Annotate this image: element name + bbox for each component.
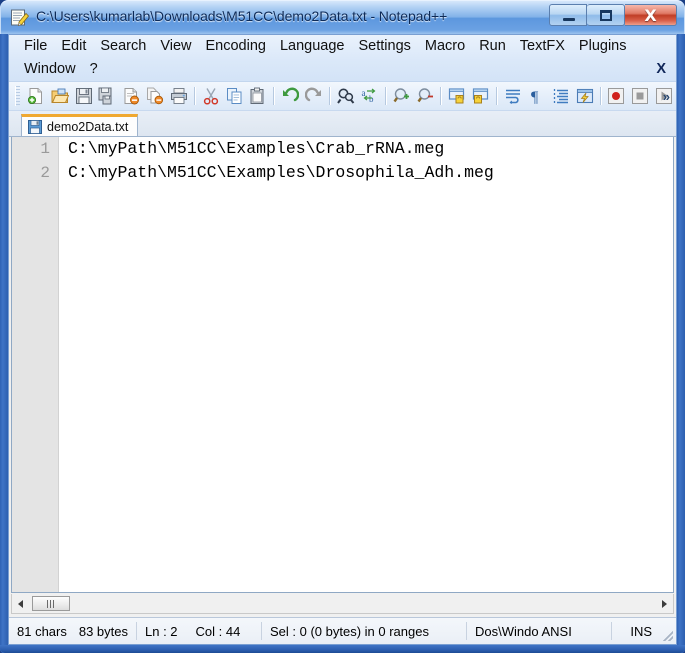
undo-icon[interactable]	[278, 84, 302, 108]
paste-icon[interactable]	[247, 84, 271, 108]
print-icon[interactable]	[167, 84, 191, 108]
title-bar[interactable]: C:\Users\kumarlab\Downloads\M51CC\demo2D…	[0, 0, 685, 34]
menu-settings[interactable]: Settings	[351, 35, 417, 58]
status-line: Ln : 2	[145, 623, 178, 639]
status-bar: 81 chars 83 bytes Ln : 2 Col : 44 Sel : …	[9, 617, 676, 644]
status-bytes: 83 bytes	[78, 623, 128, 639]
menu-bar: File Edit Search View Encoding Language …	[9, 35, 676, 82]
toolbar: a b ¶ »	[9, 82, 676, 111]
show-all-chars-icon[interactable]: ¶	[525, 84, 549, 108]
word-wrap-icon[interactable]	[501, 84, 525, 108]
menu-row-2: Window ?	[9, 58, 676, 81]
menu-language[interactable]: Language	[273, 35, 352, 58]
svg-text:b: b	[369, 94, 374, 104]
editor-line: C:\myPath\M51CC\Examples\Drosophila_Adh.…	[68, 163, 494, 182]
save-all-icon[interactable]	[96, 84, 120, 108]
window-title: C:\Users\kumarlab\Downloads\M51CC\demo2D…	[36, 8, 448, 24]
maximize-icon	[600, 10, 612, 21]
menu-plugins[interactable]: Plugins	[572, 35, 634, 58]
save-icon[interactable]	[72, 84, 96, 108]
menu-view[interactable]: View	[153, 35, 198, 58]
menu-search[interactable]: Search	[93, 35, 153, 58]
toolbar-overflow-button[interactable]: »	[663, 89, 670, 104]
scrollbar-track[interactable]	[70, 595, 656, 612]
line-number-gutter: 1 2	[12, 137, 59, 592]
text-editor[interactable]: 1 2 C:\myPath\M51CC\Examples\Crab_rRNA.m…	[11, 137, 674, 593]
toolbar-grip[interactable]	[15, 86, 20, 106]
zoom-in-icon[interactable]	[390, 84, 414, 108]
macro-record-icon[interactable]	[605, 84, 629, 108]
menu-macro[interactable]: Macro	[418, 35, 472, 58]
close-document-button[interactable]: X	[656, 61, 666, 77]
status-column: Col : 44	[195, 623, 241, 639]
scroll-right-icon[interactable]	[656, 595, 673, 612]
cut-icon[interactable]	[199, 84, 223, 108]
close-icon: X	[644, 5, 657, 25]
zoom-out-icon[interactable]	[414, 84, 438, 108]
copy-icon[interactable]	[223, 84, 247, 108]
scrollbar-thumb[interactable]	[32, 596, 70, 611]
menu-run[interactable]: Run	[472, 35, 513, 58]
notepadpp-window: C:\Users\kumarlab\Downloads\M51CC\demo2D…	[0, 0, 685, 653]
saved-file-icon	[28, 119, 42, 134]
status-encoding: Dos\Windo ANSI	[467, 622, 612, 640]
tab-bar: demo2Data.txt	[9, 111, 676, 137]
open-file-icon[interactable]	[48, 84, 72, 108]
editor-line: C:\myPath\M51CC\Examples\Crab_rRNA.meg	[68, 139, 445, 158]
client-area: File Edit Search View Encoding Language …	[8, 34, 677, 645]
new-file-icon[interactable]	[24, 84, 48, 108]
line-number: 2	[40, 164, 50, 182]
scrollbar-grip	[46, 599, 56, 608]
close-all-files-icon[interactable]	[143, 84, 167, 108]
status-length: 81 chars 83 bytes	[9, 622, 137, 640]
toolbar-separator	[193, 87, 196, 105]
macro-stop-icon[interactable]	[628, 84, 652, 108]
menu-row-1: File Edit Search View Encoding Language …	[9, 35, 676, 58]
toolbar-separator	[329, 87, 332, 105]
window-frame-right	[677, 34, 685, 653]
toolbar-separator	[384, 87, 387, 105]
menu-edit[interactable]: Edit	[54, 35, 93, 58]
window-frame-left	[0, 34, 8, 653]
resize-grip-icon[interactable]	[661, 629, 673, 641]
menu-window[interactable]: Window	[17, 58, 83, 81]
user-define-dialog-icon[interactable]	[573, 84, 597, 108]
line-number: 1	[40, 140, 50, 158]
menu-textfx[interactable]: TextFX	[513, 35, 572, 58]
status-chars: 81 chars	[17, 623, 67, 639]
minimize-button[interactable]	[549, 4, 587, 26]
redo-icon[interactable]	[302, 84, 326, 108]
close-window-button[interactable]: X	[625, 4, 677, 26]
close-file-icon[interactable]	[119, 84, 143, 108]
menu-help[interactable]: ?	[83, 58, 105, 81]
sync-horizontal-icon[interactable]	[469, 84, 493, 108]
status-selection: Sel : 0 (0 bytes) in 0 ranges	[262, 622, 467, 640]
window-frame-bottom	[0, 645, 685, 653]
menu-file[interactable]: File	[17, 35, 54, 58]
maximize-button[interactable]	[587, 4, 625, 26]
status-position: Ln : 2 Col : 44	[137, 622, 262, 640]
minimize-icon	[563, 18, 575, 21]
svg-text:¶: ¶	[531, 89, 539, 105]
menu-encoding[interactable]: Encoding	[199, 35, 273, 58]
find-icon[interactable]	[334, 84, 358, 108]
toolbar-separator	[496, 87, 499, 105]
toolbar-separator	[273, 87, 276, 105]
indent-guide-icon[interactable]	[549, 84, 573, 108]
sync-vertical-icon[interactable]	[445, 84, 469, 108]
editor-text-area[interactable]: C:\myPath\M51CC\Examples\Crab_rRNA.meg C…	[59, 137, 673, 592]
tab-demo2data[interactable]: demo2Data.txt	[21, 114, 139, 136]
toolbar-separator	[599, 87, 602, 105]
svg-text:a: a	[361, 88, 365, 98]
notepad-plus-plus-icon[interactable]	[10, 8, 30, 28]
toolbar-separator	[440, 87, 443, 105]
scroll-left-icon[interactable]	[12, 595, 29, 612]
tab-label: demo2Data.txt	[47, 119, 129, 134]
replace-icon[interactable]: a b	[358, 84, 382, 108]
horizontal-scrollbar[interactable]	[11, 594, 674, 614]
